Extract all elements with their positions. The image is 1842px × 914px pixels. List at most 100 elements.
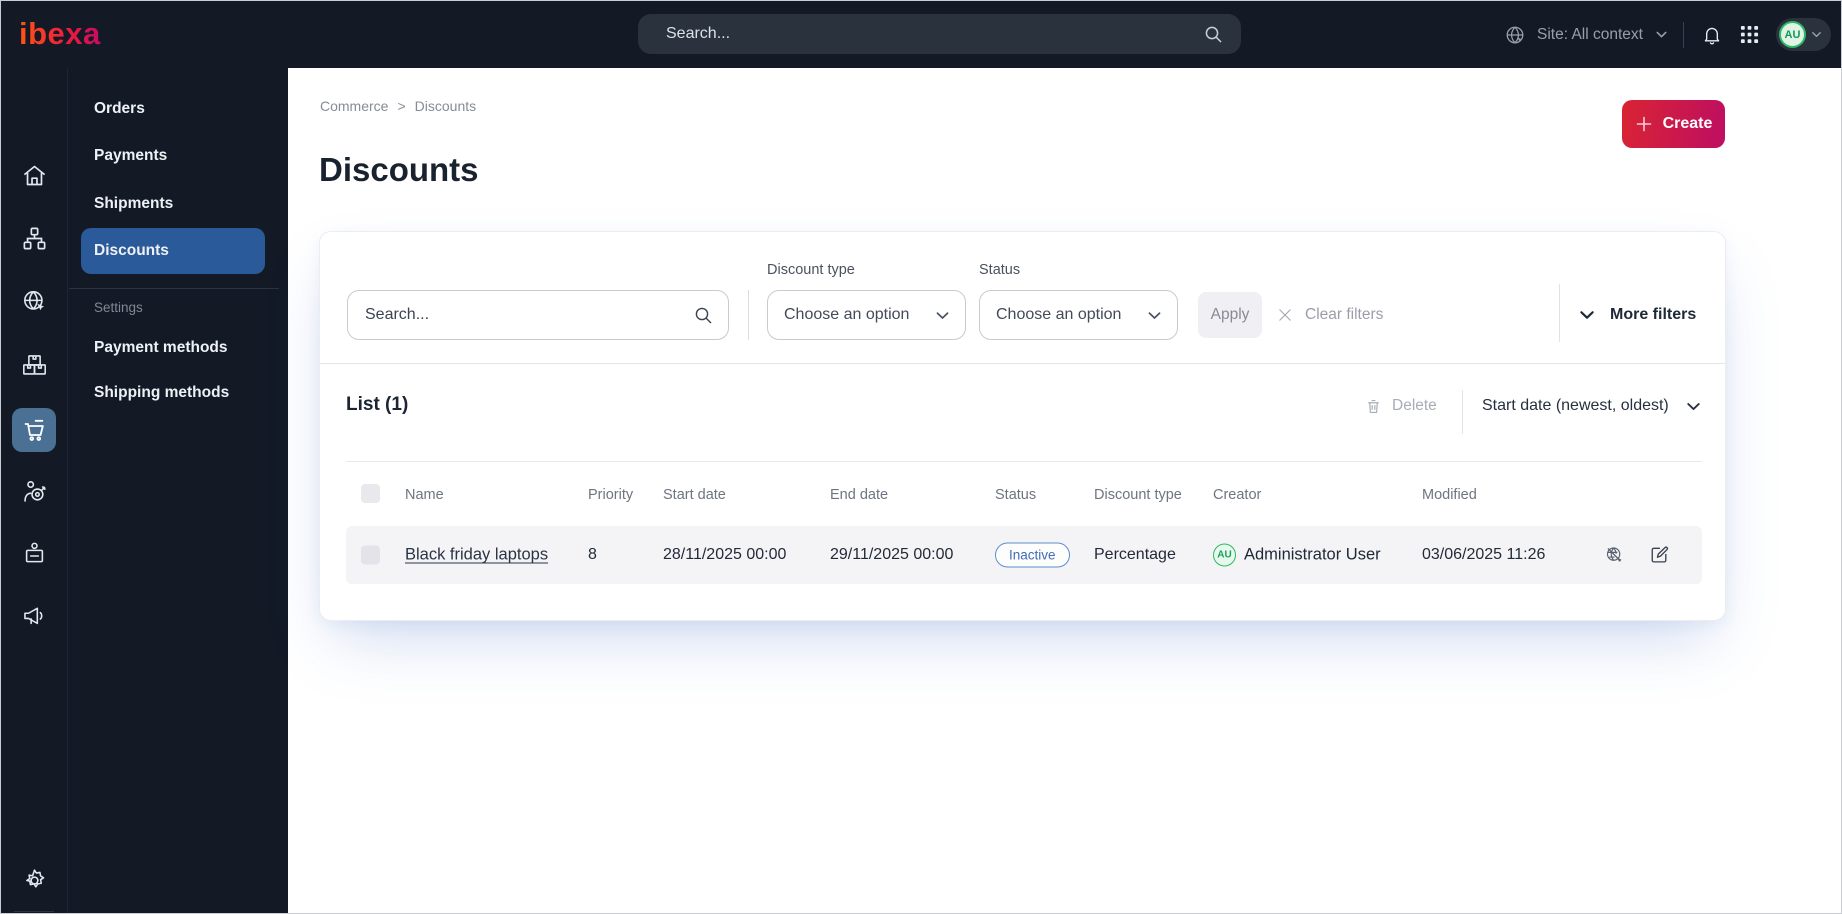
delete-button-label: Delete [1392, 397, 1437, 414]
search-icon[interactable] [1203, 24, 1223, 44]
creator-avatar: AU [1213, 543, 1236, 567]
rail-divider [14, 911, 54, 912]
rail-item-site[interactable] [12, 279, 56, 323]
list-title: List (1) [346, 394, 409, 415]
filters-panel: Discount type Choose an option Status Ch… [320, 232, 1725, 364]
sidebar-section-divider [69, 288, 279, 289]
chevron-down-icon [1685, 398, 1702, 415]
site-preview-disabled-button[interactable] [1604, 545, 1625, 566]
create-button[interactable]: Create [1622, 100, 1725, 148]
chevron-down-icon [1146, 307, 1163, 324]
site-context-selector[interactable]: Site: All context [1504, 1, 1669, 68]
rail-item-corporate[interactable] [12, 531, 56, 575]
breadcrumb-current: Discounts [414, 98, 477, 114]
global-search [638, 14, 1241, 54]
apps-menu-button[interactable] [1740, 25, 1759, 44]
settings-section-label: Settings [94, 300, 143, 315]
discount-type-value: Choose an option [784, 306, 910, 323]
column-header-name: Name [405, 487, 444, 503]
chevron-down-icon [1578, 306, 1596, 324]
column-header-modified: Modified [1422, 487, 1477, 503]
avatar: AU [1779, 21, 1806, 48]
sort-label: Start date (newest, oldest) [1482, 397, 1669, 414]
corporate-badge-icon [21, 540, 48, 567]
start-date-cell: 28/11/2025 00:00 [663, 546, 787, 563]
sidebar-panel: Orders Payments Shipments Discounts Sett… [67, 68, 289, 913]
rail-item-content[interactable] [12, 216, 56, 260]
apply-button[interactable]: Apply [1198, 292, 1262, 338]
edit-icon [1649, 545, 1670, 566]
rail-item-settings[interactable] [12, 858, 56, 902]
breadcrumb-separator: > [397, 98, 406, 114]
plus-icon [1635, 115, 1653, 133]
column-header-start: Start date [663, 487, 726, 503]
status-select[interactable]: Choose an option [979, 290, 1178, 340]
rail-item-marketing[interactable] [12, 593, 56, 637]
sidebar-item-payments[interactable]: Payments [68, 132, 289, 180]
breadcrumb-commerce[interactable]: Commerce [320, 98, 388, 114]
breadcrumb: Commerce > Discounts [320, 98, 476, 114]
global-search-input[interactable] [666, 25, 1203, 43]
more-filters-divider [1559, 284, 1560, 342]
rail-item-dashboard[interactable] [12, 153, 56, 197]
home-icon [21, 162, 48, 189]
marketing-megaphone-icon [21, 602, 48, 629]
ibexa-logo[interactable]: ibexa [19, 16, 101, 52]
trash-icon [1365, 398, 1382, 415]
sidebar-rail [1, 68, 67, 913]
search-icon[interactable] [693, 305, 713, 325]
chevron-down-icon [934, 307, 951, 324]
delete-button[interactable]: Delete [1365, 392, 1437, 420]
edit-button[interactable] [1649, 545, 1670, 566]
column-header-type: Discount type [1094, 487, 1182, 503]
site-preview-disabled-icon [1604, 545, 1625, 566]
commerce-cart-icon [21, 417, 48, 444]
clear-filters-label: Clear filters [1305, 306, 1384, 323]
row-checkbox[interactable] [361, 545, 380, 565]
table-header: Name Priority Start date End date Status… [320, 461, 1725, 526]
discount-type-select[interactable]: Choose an option [767, 290, 966, 340]
modified-cell: 03/06/2025 11:26 [1422, 546, 1546, 563]
close-icon [1277, 307, 1293, 323]
status-label: Status [979, 262, 1021, 278]
user-menu[interactable]: AU [1776, 18, 1831, 51]
create-button-label: Create [1662, 115, 1713, 132]
sidebar-item-shipping-methods[interactable]: Shipping methods [68, 369, 289, 417]
discount-name-link[interactable]: Black friday laptops [405, 546, 548, 565]
rail-item-commerce[interactable] [12, 408, 56, 452]
discount-type-label: Discount type [767, 262, 855, 278]
status-badge: Inactive [995, 542, 1070, 568]
site-context-label: Site: All context [1537, 25, 1643, 43]
column-header-status: Status [995, 487, 1037, 503]
table-row: Black friday laptops 8 28/11/2025 00:00 … [346, 526, 1702, 584]
sidebar-item-orders[interactable]: Orders [68, 85, 289, 133]
select-all-checkbox[interactable] [361, 484, 380, 503]
discount-type-cell: Percentage [1094, 546, 1176, 563]
filter-search-input[interactable] [365, 306, 693, 324]
sidebar-item-shipments[interactable]: Shipments [68, 180, 289, 228]
clear-filters-button[interactable]: Clear filters [1277, 292, 1383, 338]
sidebar-item-discounts[interactable]: Discounts [81, 228, 265, 274]
sidebar-item-payment-methods[interactable]: Payment methods [68, 324, 289, 372]
status-value: Choose an option [996, 306, 1122, 323]
column-header-end: End date [830, 487, 889, 503]
rail-item-products[interactable] [12, 343, 56, 387]
creator-cell: AU Administrator User [1213, 543, 1381, 567]
filter-divider [748, 290, 749, 340]
more-filters-button[interactable]: More filters [1578, 292, 1696, 338]
notifications-button[interactable] [1701, 24, 1723, 46]
filter-search [347, 290, 729, 340]
products-boxes-icon [21, 352, 48, 379]
sort-select[interactable]: Start date (newest, oldest) [1482, 392, 1702, 420]
chevron-down-icon [1654, 27, 1669, 42]
creator-name: Administrator User [1244, 545, 1381, 564]
globe-icon [1504, 24, 1526, 46]
discounts-card: Discount type Choose an option Status Ch… [319, 231, 1726, 621]
rail-item-personalization[interactable] [12, 469, 56, 513]
topbar-divider [1683, 21, 1684, 48]
topbar: ibexa Site: All context [1, 1, 1841, 68]
chevron-down-icon [1810, 28, 1823, 41]
bell-icon [1701, 24, 1723, 46]
site-globe-icon [21, 288, 48, 315]
priority-cell: 8 [588, 546, 597, 563]
